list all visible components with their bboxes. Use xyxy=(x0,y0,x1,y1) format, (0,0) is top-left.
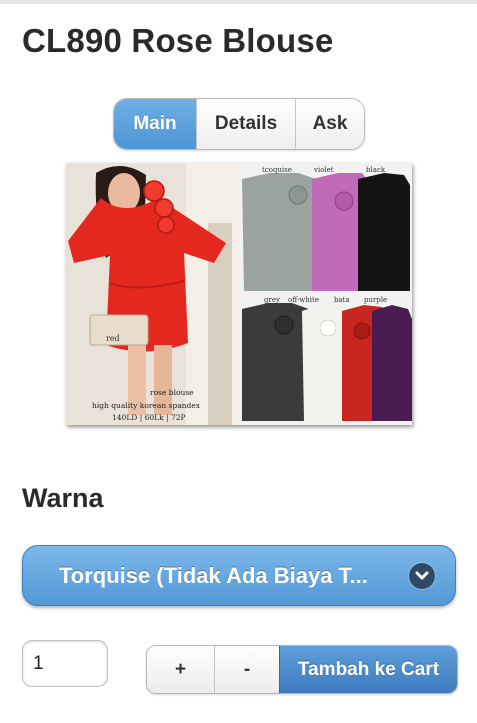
quantity-input[interactable] xyxy=(22,640,108,687)
tab-main[interactable]: Main xyxy=(114,99,196,149)
top-bar xyxy=(0,0,477,4)
increment-button[interactable]: + xyxy=(147,646,214,693)
product-title: CL890 Rose Blouse xyxy=(22,22,334,59)
cart-controls: + - Tambah ke Cart xyxy=(146,645,458,694)
product-image[interactable]: red rose blouse high quality korean span… xyxy=(66,163,412,425)
color-select[interactable]: Torquise (Tidak Ada Biaya T... xyxy=(22,545,456,606)
color-label-1: tcoquise xyxy=(262,166,292,174)
chevron-down-icon xyxy=(409,562,435,589)
color-label-5: off-white xyxy=(288,296,319,304)
color-label-3: black xyxy=(366,166,386,174)
red-label: red xyxy=(106,334,120,343)
color-label-2: violet xyxy=(313,166,334,174)
option-label: Warna xyxy=(22,483,104,513)
caption-line-3: 140LD | 60Lk | 72P xyxy=(112,413,186,422)
tab-bar: Main Details Ask xyxy=(113,98,365,150)
add-to-cart-button[interactable]: Tambah ke Cart xyxy=(279,646,457,693)
tab-details[interactable]: Details xyxy=(196,99,295,149)
color-label-6: bata xyxy=(334,296,350,304)
color-label-7: purple xyxy=(364,296,387,304)
caption-line-2: high quality korean spandex xyxy=(92,401,201,410)
color-select-value: Torquise (Tidak Ada Biaya T... xyxy=(59,562,368,588)
tab-ask[interactable]: Ask xyxy=(295,99,364,149)
decrement-button[interactable]: - xyxy=(214,646,279,693)
caption-line-1: rose blouse xyxy=(150,388,194,397)
color-label-4: grey xyxy=(264,296,280,304)
